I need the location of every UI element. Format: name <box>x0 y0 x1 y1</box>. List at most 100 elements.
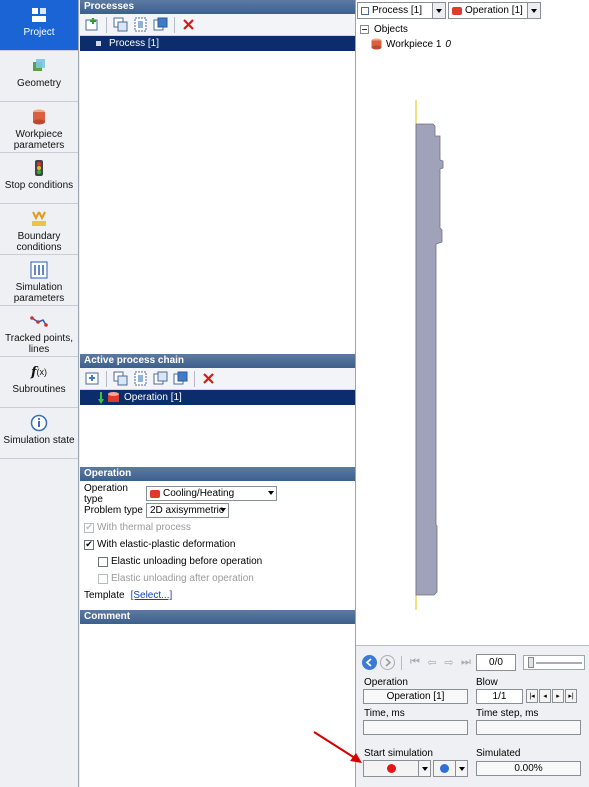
tree-root[interactable]: Objects <box>360 22 451 36</box>
process-combo[interactable]: Process [1] <box>357 2 446 19</box>
delete-icon <box>203 373 214 384</box>
nav-simulation-parameters[interactable]: Simulation parameters <box>0 255 78 306</box>
paste-icon <box>173 371 188 385</box>
delete-icon <box>183 19 194 30</box>
frame-counter[interactable]: 0/0 <box>476 654 516 671</box>
dropdown-button[interactable] <box>527 3 540 18</box>
objects-tree: Objects Workpiece 1 0 <box>360 22 451 52</box>
tree-item-workpiece[interactable]: Workpiece 1 0 <box>360 36 451 52</box>
blow-next-button[interactable]: ▸ <box>552 689 564 703</box>
nav-stop-conditions[interactable]: Stop conditions <box>0 153 78 204</box>
down-arrow-icon <box>98 391 104 404</box>
problem-type-label: Problem type <box>84 505 143 516</box>
delete-process-button[interactable] <box>180 16 197 33</box>
copy-process-button[interactable] <box>112 16 129 33</box>
info-icon <box>30 414 48 432</box>
slider-thumb[interactable] <box>528 657 534 668</box>
with-elastic-checkbox[interactable]: ✔ <box>84 539 94 550</box>
tree-root-label: Objects <box>374 23 408 35</box>
start-simulation-label: Start simulation <box>364 748 433 759</box>
delete-operation-button[interactable] <box>200 370 217 387</box>
elastic-after-label: Elastic unloading after operation <box>111 573 254 584</box>
next-frame-icon[interactable]: ⇨ <box>442 656 456 669</box>
nav-label: Simulation parameters <box>13 282 65 304</box>
frame-slider[interactable] <box>523 655 585 670</box>
project-panel: Processes Process [1] Active process cha… <box>80 0 356 787</box>
workpiece-viewport[interactable] <box>356 60 589 640</box>
nav-label: Subroutines <box>12 384 66 395</box>
start-simulation-button[interactable] <box>363 760 431 777</box>
nav-subroutines[interactable]: f (x) Subroutines <box>0 357 78 408</box>
operation-settings: Operation type Cooling/Heating Problem t… <box>80 481 355 608</box>
playback-bar: ⏮ ⇦ ⇨ ⏭ 0/0 <box>362 654 585 671</box>
collapse-icon <box>360 24 369 34</box>
prev-frame-icon[interactable]: ⇦ <box>425 656 439 669</box>
cut-operation-button[interactable] <box>152 370 169 387</box>
add-operation-icon <box>85 372 99 385</box>
elastic-after-checkbox[interactable] <box>98 573 108 584</box>
forward-button[interactable] <box>380 655 395 670</box>
time-field <box>363 720 468 735</box>
problem-type-select[interactable]: 2D axisymmetric <box>146 503 229 518</box>
operation-type-label: Operation type <box>84 482 128 505</box>
blow-prev-button[interactable]: ◂ <box>539 689 551 703</box>
duplicate-process-button[interactable] <box>132 16 149 33</box>
annotation-arrow <box>313 731 362 763</box>
toolbar-separator <box>174 16 175 33</box>
blow-last-button[interactable]: ▸| <box>565 689 577 703</box>
blow-first-button[interactable]: |◂ <box>526 689 538 703</box>
elastic-before-checkbox[interactable] <box>98 556 108 567</box>
copy-operation-button[interactable] <box>112 370 129 387</box>
nav-geometry[interactable]: Geometry <box>0 51 78 102</box>
chevron-down-icon <box>268 491 274 495</box>
process-list-item[interactable]: Process [1] <box>80 36 355 51</box>
last-frame-icon[interactable]: ⏭ <box>459 656 473 669</box>
chevron-down-icon <box>458 766 465 771</box>
nav-simulation-state[interactable]: Simulation state <box>0 408 78 459</box>
nav-project[interactable]: Project <box>0 0 78 51</box>
duplicate-operation-button[interactable] <box>132 370 149 387</box>
process-icon <box>361 6 369 15</box>
with-thermal-checkbox[interactable]: ✔ <box>84 522 94 533</box>
duplicate-icon <box>134 371 147 386</box>
back-button[interactable] <box>362 655 377 670</box>
mode-dropdown[interactable] <box>455 761 467 776</box>
start-dropdown[interactable] <box>418 761 430 776</box>
nav-boundary-conditions[interactable]: Boundary conditions <box>0 204 78 255</box>
copy-icon <box>113 371 128 386</box>
tree-item-suffix: 0 <box>445 38 451 50</box>
blow-label: Blow <box>476 677 498 688</box>
nav-tracked-points[interactable]: Tracked points, lines <box>0 306 78 357</box>
arrow-left-icon <box>365 658 372 667</box>
viewport-panel: Process [1] Operation [1] Objects Workpi… <box>356 0 589 787</box>
toolbar-separator <box>106 16 107 33</box>
time-label: Time, ms <box>364 708 405 719</box>
nav-label: Simulation state <box>3 435 75 446</box>
dropdown-button[interactable] <box>432 3 445 18</box>
workpiece-icon <box>30 108 48 126</box>
first-frame-icon[interactable]: ⏮ <box>408 656 422 669</box>
nav-label: Boundary conditions <box>16 231 62 253</box>
operation-combo[interactable]: Operation [1] <box>448 2 541 19</box>
blow-field[interactable]: 1/1 <box>476 689 523 704</box>
add-operation-button[interactable] <box>84 370 101 387</box>
sliders-icon <box>30 261 48 279</box>
template-select-link[interactable]: [Select...] <box>131 590 173 601</box>
paste-operation-button[interactable] <box>172 370 189 387</box>
blue-circle-icon <box>434 764 455 773</box>
operation-type-select[interactable]: Cooling/Heating <box>146 486 277 501</box>
add-process-button[interactable] <box>84 16 101 33</box>
tree-item-label: Workpiece 1 <box>386 38 442 50</box>
operation-icon <box>452 6 462 15</box>
paste-icon <box>153 17 168 31</box>
chain-list-item[interactable]: Operation [1] <box>80 390 355 405</box>
mode-button[interactable] <box>433 760 468 777</box>
tracked-points-icon <box>30 312 48 330</box>
paste-process-button[interactable] <box>152 16 169 33</box>
time-step-field <box>476 720 581 735</box>
processes-header: Processes <box>80 0 355 14</box>
cooling-heating-icon <box>150 489 160 498</box>
nav-workpiece-parameters[interactable]: Workpiece parameters <box>0 102 78 153</box>
operation-header: Operation <box>80 467 355 481</box>
operation-label: Operation [1] <box>124 392 182 403</box>
